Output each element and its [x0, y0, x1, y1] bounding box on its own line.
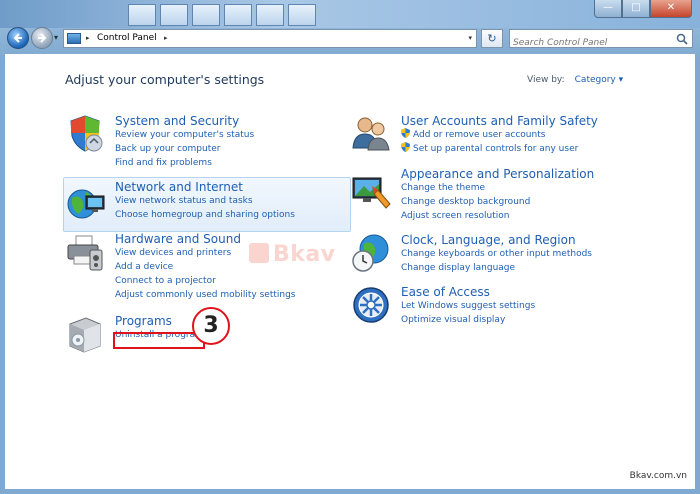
task-link[interactable]: Review your computer's status [115, 128, 254, 142]
desktop-tile [128, 4, 156, 26]
recent-pages-dropdown[interactable]: ▾ [54, 33, 58, 42]
breadcrumb-control-panel[interactable]: Control Panel [97, 30, 157, 47]
printer-icon [67, 235, 103, 271]
category-ease-of-access: Ease of Access Let Windows suggest setti… [401, 285, 535, 327]
task-link[interactable]: Adjust screen resolution [401, 209, 594, 223]
search-input[interactable] [513, 35, 673, 51]
category-system-security: System and Security Review your computer… [115, 114, 254, 170]
task-link[interactable]: Change the theme [401, 181, 594, 195]
category-title[interactable]: User Accounts and Family Safety [401, 114, 598, 128]
shield-icon [70, 115, 103, 152]
breadcrumb-separator[interactable]: ▸ [86, 30, 90, 47]
task-link[interactable]: Adjust commonly used mobility settings [115, 288, 295, 302]
task-link[interactable]: Choose homegroup and sharing options [115, 208, 295, 222]
desktop-tile [256, 4, 284, 26]
breadcrumb-separator[interactable]: ▸ [164, 30, 168, 47]
control-panel-icon [67, 33, 81, 44]
control-panel-window: — □ ✕ ▾ ▸ Control Panel ▸ ▾ ↻ Adjust you… [0, 0, 700, 494]
view-by-dropdown[interactable]: Category ▾ [575, 75, 624, 85]
category-user-accounts: User Accounts and Family Safety Add or r… [401, 114, 598, 156]
address-bar[interactable]: ▸ Control Panel ▸ ▾ [63, 29, 477, 48]
category-title[interactable]: Network and Internet [115, 180, 295, 194]
navigation-bar: ▾ ▸ Control Panel ▸ ▾ ↻ [0, 26, 700, 54]
task-link[interactable]: Change desktop background [401, 195, 594, 209]
task-link-shield[interactable]: Add or remove user accounts [401, 128, 598, 142]
minimize-button[interactable]: — [594, 0, 622, 18]
watermark: Bkav [249, 242, 336, 267]
task-link[interactable]: Connect to a projector [115, 274, 295, 288]
back-button[interactable] [7, 27, 29, 49]
task-link[interactable]: Let Windows suggest settings [401, 299, 535, 313]
category-title[interactable]: Ease of Access [401, 285, 535, 299]
maximize-button[interactable]: □ [622, 0, 650, 18]
caption-buttons: — □ ✕ [594, 0, 692, 18]
search-icon[interactable] [676, 33, 688, 45]
task-link[interactable]: Optimize visual display [401, 313, 535, 327]
users-icon [352, 117, 390, 151]
page-title: Adjust your computer's settings [65, 72, 265, 87]
category-title[interactable]: Programs [115, 314, 204, 328]
arrow-left-icon [13, 33, 22, 43]
uac-shield-icon [401, 142, 410, 152]
view-by-label: View by: [527, 75, 565, 85]
search-box[interactable] [509, 29, 693, 51]
programs-box-icon [69, 317, 101, 353]
category-appearance: Appearance and Personalization Change th… [401, 167, 594, 223]
highlight-box [113, 332, 205, 349]
desktop-tile [224, 4, 252, 26]
desktop-tile [192, 4, 220, 26]
refresh-button[interactable]: ↻ [481, 29, 503, 48]
category-title[interactable]: System and Security [115, 114, 254, 128]
monitor-paint-icon [352, 177, 391, 209]
category-title[interactable]: Appearance and Personalization [401, 167, 594, 181]
task-link-shield[interactable]: Set up parental controls for any user [401, 142, 598, 156]
close-button[interactable]: ✕ [650, 0, 692, 18]
task-link[interactable]: Change display language [401, 261, 592, 275]
category-clock-language: Clock, Language, and Region Change keybo… [401, 233, 592, 275]
forward-button[interactable] [31, 27, 53, 49]
watermark-logo-icon [249, 243, 269, 263]
site-credit: Bkav.com.vn [629, 471, 687, 481]
step-badge: 3 [192, 307, 230, 345]
watermark-text: Bkav [273, 242, 336, 267]
ease-of-access-icon [353, 287, 389, 323]
category-network-internet: Network and Internet View network status… [115, 180, 295, 222]
category-title[interactable]: Clock, Language, and Region [401, 233, 592, 247]
view-by: View by: Category ▾ [527, 75, 623, 85]
desktop-tile [160, 4, 188, 26]
address-dropdown[interactable]: ▾ [468, 30, 472, 47]
content-pane: Adjust your computer's settings View by:… [5, 54, 695, 489]
arrow-right-icon [38, 33, 47, 43]
task-link[interactable]: View network status and tasks [115, 194, 295, 208]
task-link[interactable]: Change keyboards or other input methods [401, 247, 592, 261]
task-link[interactable]: Set up parental controls for any user [413, 144, 578, 154]
clock-globe-icon [352, 234, 389, 272]
network-globe-icon [67, 189, 105, 219]
task-link[interactable]: Add or remove user accounts [413, 130, 545, 140]
uac-shield-icon [401, 128, 410, 138]
task-link[interactable]: Back up your computer [115, 142, 254, 156]
desktop-tile [288, 4, 316, 26]
task-link[interactable]: Find and fix problems [115, 156, 254, 170]
